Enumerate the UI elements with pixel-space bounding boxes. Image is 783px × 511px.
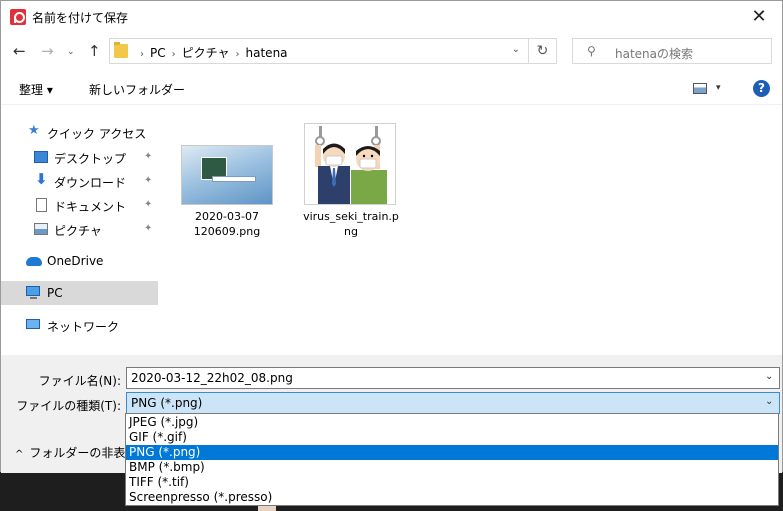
- option-screenpresso[interactable]: Screenpresso (*.presso): [126, 490, 778, 505]
- sidebar-item-quick-access[interactable]: ★ クイック アクセス: [1, 120, 158, 144]
- view-options-chevron-icon[interactable]: ▾: [716, 83, 721, 93]
- file-name-line: 2020-03-07: [195, 210, 259, 223]
- file-list: 2020-03-07 120609.png virus_seki_train.p…: [158, 105, 782, 355]
- filetype-options-list: JPEG (*.jpg) GIF (*.gif) PNG (*.png) BMP…: [125, 413, 779, 506]
- breadcrumb-chevron-icon[interactable]: ›: [236, 49, 240, 60]
- filetype-select[interactable]: PNG (*.png): [126, 392, 780, 414]
- hide-folders-button[interactable]: ^ フォルダーの非表示: [15, 444, 137, 461]
- screenshot-bar-shape: [212, 176, 256, 182]
- filetype-dropdown-icon[interactable]: ⌄: [765, 396, 773, 407]
- sidebar-item-label: PC: [47, 286, 63, 300]
- search-icon: ⚲: [587, 44, 596, 58]
- option-png[interactable]: PNG (*.png): [126, 445, 778, 460]
- filename-dropdown-icon[interactable]: ⌄: [765, 371, 773, 382]
- desktop-icon: [34, 151, 48, 163]
- pin-icon: ✦: [144, 223, 153, 234]
- breadcrumb-hatena[interactable]: hatena: [246, 46, 288, 60]
- view-options-icon[interactable]: [693, 83, 707, 94]
- sidebar-item-label: OneDrive: [47, 254, 104, 268]
- sidebar-item-documents[interactable]: ドキュメント ✦: [1, 193, 158, 217]
- navigation-pane: ★ クイック アクセス デスクトップ ✦ ⬇ ダウンロード ✦ ドキュメント ✦…: [1, 105, 158, 355]
- pictures-icon: [34, 223, 48, 235]
- star-icon: ★: [28, 123, 40, 138]
- filename-input[interactable]: 2020-03-12_22h02_08.png: [126, 367, 780, 389]
- file-name-line: virus_seki_train.p: [303, 210, 399, 223]
- chevron-up-icon: ^: [15, 449, 24, 460]
- back-arrow-icon[interactable]: ←: [13, 42, 26, 60]
- file-item-label[interactable]: virus_seki_train.p ng: [296, 209, 406, 239]
- breadcrumb-chevron-icon: ›: [140, 49, 144, 60]
- file-item-label[interactable]: 2020-03-07 120609.png: [175, 209, 279, 239]
- masked-commuters-illustration: [315, 126, 387, 204]
- breadcrumb-chevron-icon[interactable]: ›: [172, 49, 176, 60]
- close-button[interactable]: ✕: [736, 1, 782, 32]
- sidebar-item-label: クイック アクセス: [47, 127, 147, 141]
- sidebar-item-pictures[interactable]: ピクチャ ✦: [1, 217, 158, 241]
- folder-icon: [114, 42, 128, 58]
- breadcrumb: › PC › ピクチャ › hatena: [134, 44, 288, 61]
- command-bar: 整理 ▾ 新しいフォルダー ▾ ?: [1, 72, 782, 105]
- navigation-row: ← → ⌄ ↑ › PC › ピクチャ › hatena ⌄ ↻ ⚲ hatenaの検索: [1, 32, 782, 72]
- dialog-title: 名前を付けて保存: [32, 11, 129, 25]
- file-name-line: ng: [344, 225, 358, 238]
- search-placeholder: hatenaの検索: [615, 47, 694, 61]
- recent-locations-chevron-icon[interactable]: ⌄: [67, 47, 75, 57]
- save-as-dialog: 名前を付けて保存 ✕ ← → ⌄ ↑ › PC › ピクチャ › hatena ⌄ ↻ ⚲…: [0, 0, 783, 473]
- search-box[interactable]: ⚲ hatenaの検索: [572, 38, 772, 64]
- pin-icon: ✦: [144, 199, 153, 210]
- option-tiff[interactable]: TIFF (*.tif): [126, 475, 778, 490]
- hide-folders-label: フォルダーの非表示: [29, 446, 138, 460]
- screenshot-thumbnail[interactable]: [181, 145, 273, 205]
- pc-icon: [26, 286, 40, 299]
- sidebar-item-network[interactable]: ネットワーク: [1, 313, 158, 337]
- filename-label: ファイル名(N):: [38, 374, 121, 388]
- cloud-icon: [26, 257, 42, 266]
- sidebar-item-downloads[interactable]: ⬇ ダウンロード ✦: [1, 169, 158, 193]
- screenpresso-app-icon: [10, 9, 26, 25]
- refresh-icon[interactable]: ↻: [529, 38, 557, 64]
- address-dropdown-icon[interactable]: ⌄: [512, 44, 520, 55]
- forward-arrow-icon[interactable]: →: [41, 42, 54, 60]
- illustration-thumbnail[interactable]: [304, 123, 396, 205]
- sidebar-item-label: デスクトップ: [54, 152, 127, 166]
- pin-icon: ✦: [144, 151, 153, 162]
- download-icon: ⬇: [35, 170, 48, 188]
- sidebar-item-label: ネットワーク: [47, 320, 120, 334]
- title-bar: 名前を付けて保存 ✕: [1, 1, 782, 32]
- option-bmp[interactable]: BMP (*.bmp): [126, 460, 778, 475]
- breadcrumb-pc[interactable]: PC: [150, 46, 166, 60]
- address-bar[interactable]: › PC › ピクチャ › hatena ⌄: [109, 38, 529, 64]
- document-icon: [36, 198, 47, 212]
- sidebar-item-label: ダウンロード: [54, 176, 127, 190]
- new-folder-button[interactable]: 新しいフォルダー: [89, 81, 185, 98]
- network-icon: [26, 319, 40, 329]
- help-icon[interactable]: ?: [753, 80, 770, 97]
- background-window-edge: [258, 506, 276, 511]
- sidebar-item-label: ピクチャ: [54, 224, 102, 238]
- sidebar-item-label: ドキュメント: [54, 200, 127, 214]
- organize-menu-button[interactable]: 整理 ▾: [19, 81, 53, 98]
- sidebar-item-onedrive[interactable]: OneDrive: [1, 249, 158, 273]
- breadcrumb-pictures[interactable]: ピクチャ: [182, 46, 230, 60]
- up-arrow-icon[interactable]: ↑: [88, 42, 101, 60]
- sidebar-item-desktop[interactable]: デスクトップ ✦: [1, 145, 158, 169]
- filetype-label: ファイルの種類(T):: [16, 399, 121, 413]
- file-name-line: 120609.png: [193, 225, 261, 238]
- pin-icon: ✦: [144, 175, 153, 186]
- option-jpeg[interactable]: JPEG (*.jpg): [126, 415, 778, 430]
- option-gif[interactable]: GIF (*.gif): [126, 430, 778, 445]
- sidebar-item-pc[interactable]: PC: [1, 281, 158, 305]
